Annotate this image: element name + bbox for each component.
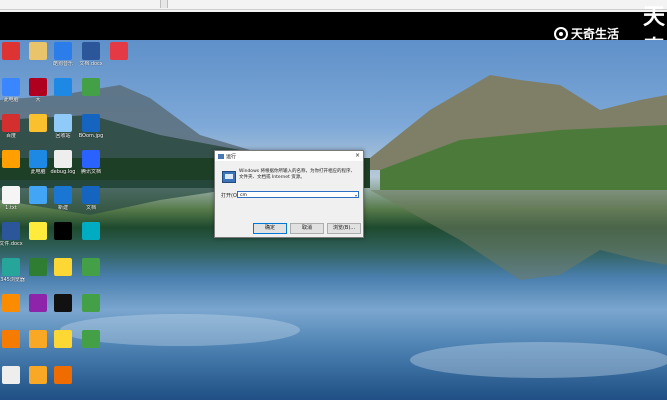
run-dialog-description: Windows 将根据你所输入的名称，为你打开相应的程序、文件夹、文档或 Int… [239, 169, 356, 180]
window-notch [160, 0, 168, 8]
run-program-icon [222, 171, 236, 183]
app-icon [2, 42, 20, 60]
desktop-icon[interactable] [48, 330, 78, 349]
run-dialog-footer: 确定 取消 浏览(B)... [215, 221, 363, 237]
open-input[interactable]: cm ▾ [237, 191, 359, 198]
app-icon [29, 258, 47, 276]
app-icon [54, 150, 72, 168]
app-icon [2, 222, 20, 240]
app-icon [29, 42, 47, 60]
desktop-icon[interactable] [48, 366, 78, 385]
desktop-icon[interactable] [104, 42, 134, 61]
browser-top-strip [0, 0, 667, 12]
app-icon [29, 114, 47, 132]
desktop-icon[interactable] [76, 222, 106, 241]
app-icon [2, 78, 20, 96]
desktop-icon[interactable] [76, 78, 106, 97]
app-icon [29, 150, 47, 168]
brand-logo-icon [553, 26, 568, 41]
desktop-icon[interactable] [48, 222, 78, 241]
desktop-icon[interactable]: 酷狗音乐 [48, 42, 78, 67]
app-icon [2, 114, 20, 132]
cancel-button[interactable]: 取消 [290, 223, 324, 234]
app-icon [82, 114, 100, 132]
app-icon [82, 258, 100, 276]
desktop-icon[interactable]: 文档.docx [76, 42, 106, 67]
app-icon [54, 114, 72, 132]
desktop-icon-label: 文件.docx [0, 241, 23, 247]
app-icon [2, 186, 20, 204]
desktop-icon-label: 腾讯文档 [80, 169, 101, 175]
app-icon [82, 78, 100, 96]
app-icon [29, 78, 47, 96]
run-dialog-titlebar[interactable]: 运行 × [215, 151, 363, 161]
app-icon [2, 366, 20, 384]
app-icon [29, 330, 47, 348]
desktop-icon-label: 文档.docx [79, 61, 103, 67]
app-icon [54, 222, 72, 240]
desktop-icon[interactable] [48, 78, 78, 97]
app-icon [82, 330, 100, 348]
app-icon [82, 42, 100, 60]
desktop-icon-label: 1.txt [5, 205, 17, 211]
top-divider [0, 9, 667, 10]
desktop-icon[interactable]: 新建 [48, 186, 78, 211]
run-icon [218, 153, 224, 159]
app-icon [2, 150, 20, 168]
app-icon [54, 42, 72, 60]
desktop-icon[interactable] [76, 330, 106, 349]
desktop-icon-label: 百度 [5, 133, 16, 139]
app-icon [82, 186, 100, 204]
desktop-icon[interactable]: BOom.jpg [76, 114, 106, 139]
run-dialog-body: Windows 将根据你所输入的名称，为你打开相应的程序、文件夹、文档或 Int… [215, 161, 363, 221]
desktop-icon[interactable]: 文档 [76, 186, 106, 211]
run-dialog-title: 运行 [226, 153, 237, 160]
app-icon [54, 186, 72, 204]
desktop-icon[interactable] [76, 294, 106, 313]
app-icon [82, 222, 100, 240]
open-input-value: cm [240, 193, 247, 198]
app-icon [54, 78, 72, 96]
app-icon [2, 258, 20, 276]
desktop-icon-label: 2345浏览器 [0, 277, 25, 283]
desktop-icon-label: BOom.jpg [78, 133, 104, 139]
ok-button[interactable]: 确定 [253, 223, 287, 234]
desktop-icon[interactable] [48, 258, 78, 277]
desktop-icon-label: 回收站 [55, 133, 71, 139]
app-icon [54, 366, 72, 384]
app-icon [54, 330, 72, 348]
desktop-icon[interactable]: 腾讯文档 [76, 150, 106, 175]
app-icon [54, 294, 72, 312]
desktop-icon-label: 大 [35, 97, 41, 103]
desktop-icon-label: 酷狗音乐 [52, 61, 73, 67]
desktop-icon[interactable] [76, 258, 106, 277]
desktop-icon-label: debug.log [50, 169, 76, 175]
desktop-icon-label: 文档 [85, 205, 96, 211]
desktop-icon[interactable]: 回收站 [48, 114, 78, 139]
app-icon [110, 42, 128, 60]
run-dialog[interactable]: 运行 × Windows 将根据你所输入的名称，为你打开相应的程序、文件夹、文档… [214, 150, 364, 238]
app-icon [29, 222, 47, 240]
app-icon [29, 294, 47, 312]
chevron-down-icon[interactable]: ▾ [355, 192, 357, 199]
app-icon [82, 150, 100, 168]
app-icon [2, 294, 20, 312]
app-icon [54, 258, 72, 276]
app-icon [2, 330, 20, 348]
browse-button[interactable]: 浏览(B)... [327, 223, 361, 234]
desktop-icon-label: 新建 [57, 205, 68, 211]
app-icon [29, 366, 47, 384]
desktop-icon[interactable]: debug.log [48, 150, 78, 175]
app-icon [82, 294, 100, 312]
app-icon [29, 186, 47, 204]
desktop-wallpaper[interactable]: 酷狗音乐 文档.docx 此电脑大百度 回收站 BOom.jpg 此电脑 debug.log… [0, 40, 667, 400]
desktop-icon[interactable] [48, 294, 78, 313]
close-icon[interactable]: × [355, 152, 360, 159]
